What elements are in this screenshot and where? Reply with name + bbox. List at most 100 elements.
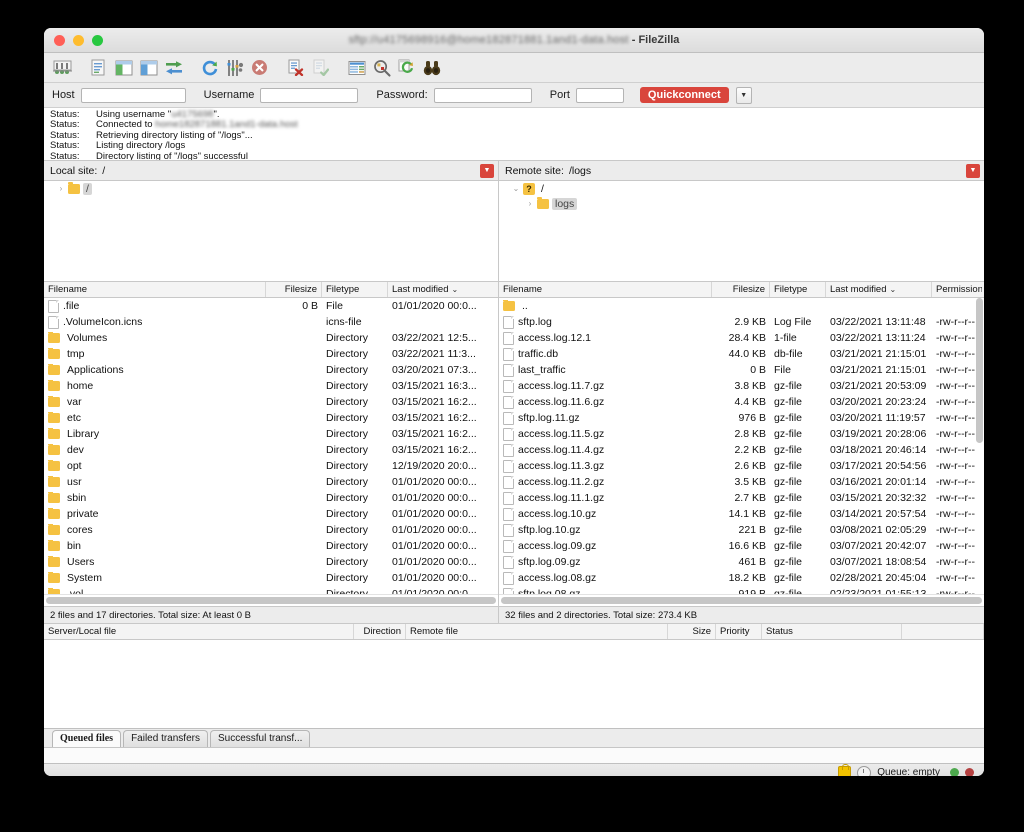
table-row[interactable]: dev Directory 03/15/2021 16:2... bbox=[44, 442, 498, 458]
refresh-icon[interactable] bbox=[197, 55, 222, 80]
column-header-remote-file[interactable]: Remote file bbox=[406, 624, 668, 639]
table-row[interactable]: .vol Directory 01/01/2020 00:0... bbox=[44, 586, 498, 594]
close-button[interactable] bbox=[54, 34, 65, 46]
column-header-size[interactable]: Size bbox=[668, 624, 716, 639]
minimize-button[interactable] bbox=[73, 34, 84, 46]
tab-queued-files[interactable]: Queued files bbox=[52, 730, 122, 747]
table-row[interactable]: etc Directory 03/15/2021 16:2... bbox=[44, 410, 498, 426]
column-header-last-modified[interactable]: Last modified ⌄ bbox=[826, 282, 932, 297]
column-header-direction[interactable]: Direction bbox=[354, 624, 406, 639]
search-icon[interactable] bbox=[419, 55, 444, 80]
password-input[interactable] bbox=[433, 87, 532, 103]
toggle-local-tree-icon[interactable] bbox=[111, 55, 136, 80]
table-row[interactable]: home Directory 03/15/2021 16:3... bbox=[44, 378, 498, 394]
table-row[interactable]: sftp.log.10.gz 221 B gz-file 03/08/2021 02:… bbox=[499, 522, 984, 538]
reconnect-icon[interactable] bbox=[308, 55, 333, 80]
table-row[interactable]: access.log.11.5.gz 2.8 KB gz-file 03/19/202… bbox=[499, 426, 984, 442]
table-row[interactable]: System Directory 01/01/2020 00:0... bbox=[44, 570, 498, 586]
table-row[interactable]: Applications Directory 03/20/2021 07:3... bbox=[44, 362, 498, 378]
tree-twisty-icon[interactable]: › bbox=[54, 184, 68, 193]
port-input[interactable] bbox=[575, 87, 624, 103]
quickconnect-button[interactable]: Quickconnect bbox=[639, 87, 729, 103]
column-header-permissions[interactable]: Permissions bbox=[932, 282, 982, 297]
remote-site-path[interactable]: /logs bbox=[569, 165, 966, 177]
column-header-filesize[interactable]: Filesize bbox=[712, 282, 770, 297]
toggle-transfer-queue-icon[interactable] bbox=[161, 55, 186, 80]
table-row[interactable]: access.log.10.gz 14.1 KB gz-file 03/14/2021… bbox=[499, 506, 984, 522]
column-header-last-modified[interactable]: Last modified ⌄ bbox=[388, 282, 484, 297]
tree-node[interactable]: › logs bbox=[499, 196, 984, 211]
table-row[interactable]: .. bbox=[499, 298, 984, 314]
table-row[interactable]: Library Directory 03/15/2021 16:2... bbox=[44, 426, 498, 442]
column-header-filename[interactable]: Filename bbox=[44, 282, 266, 297]
lock-icon[interactable] bbox=[838, 763, 852, 776]
remote-vertical-scrollbar[interactable] bbox=[976, 298, 983, 594]
table-row[interactable]: access.log.11.7.gz 3.8 KB gz-file 03/21/202… bbox=[499, 378, 984, 394]
tree-twisty-icon[interactable]: › bbox=[523, 199, 537, 208]
column-header-priority[interactable]: Priority bbox=[716, 624, 762, 639]
table-row[interactable]: access.log.11.6.gz 4.4 KB gz-file 03/20/202… bbox=[499, 394, 984, 410]
local-horizontal-scrollbar[interactable] bbox=[44, 594, 498, 606]
toggle-remote-tree-icon[interactable] bbox=[136, 55, 161, 80]
filter-icon[interactable] bbox=[344, 55, 369, 80]
directory-comparison-icon[interactable] bbox=[369, 55, 394, 80]
local-file-rows[interactable]: .file 0 B File 01/01/2020 00:0... .VolumeIco… bbox=[44, 298, 498, 594]
table-row[interactable]: var Directory 03/15/2021 16:2... bbox=[44, 394, 498, 410]
column-header-server-local-file[interactable]: Server/Local file bbox=[44, 624, 354, 639]
table-row[interactable]: access.log.11.4.gz 2.2 KB gz-file 03/18/202… bbox=[499, 442, 984, 458]
table-row[interactable]: sftp.log 2.9 KB Log File 03/22/2021 13:11:4… bbox=[499, 314, 984, 330]
tree-node-label[interactable]: / bbox=[538, 183, 547, 195]
table-row[interactable]: .file 0 B File 01/01/2020 00:0... bbox=[44, 298, 498, 314]
local-site-path[interactable]: / bbox=[102, 165, 480, 177]
table-row[interactable]: last_traffic 0 B File 03/21/2021 21:15:01 -r… bbox=[499, 362, 984, 378]
table-row[interactable]: access.log.11.2.gz 3.5 KB gz-file 03/16/202… bbox=[499, 474, 984, 490]
quickconnect-dropdown-icon[interactable]: ▼ bbox=[735, 86, 752, 104]
remote-site-dropdown-icon[interactable]: ▼ bbox=[966, 163, 980, 178]
username-input[interactable] bbox=[260, 87, 359, 103]
table-row[interactable]: private Directory 01/01/2020 00:0... bbox=[44, 506, 498, 522]
tree-node[interactable]: ⌄ ? / bbox=[499, 181, 984, 196]
table-row[interactable]: access.log.08.gz 18.2 KB gz-file 02/28/2021… bbox=[499, 570, 984, 586]
remote-directory-tree[interactable]: ⌄ ? / › logs bbox=[499, 181, 984, 281]
table-row[interactable]: bin Directory 01/01/2020 00:0... bbox=[44, 538, 498, 554]
synchronized-browsing-icon[interactable] bbox=[394, 55, 419, 80]
table-row[interactable]: .VolumeIcon.icns icns-file bbox=[44, 314, 498, 330]
host-input[interactable] bbox=[80, 87, 186, 103]
maximize-button[interactable] bbox=[92, 34, 103, 46]
cancel-icon[interactable] bbox=[247, 55, 272, 80]
disconnect-icon[interactable] bbox=[283, 55, 308, 80]
column-header-status[interactable]: Status bbox=[762, 624, 902, 639]
table-row[interactable]: sftp.log.11.gz 976 B gz-file 03/20/2021 11:… bbox=[499, 410, 984, 426]
local-site-dropdown-icon[interactable]: ▼ bbox=[480, 163, 494, 178]
table-row[interactable]: cores Directory 01/01/2020 00:0... bbox=[44, 522, 498, 538]
column-header-filesize[interactable]: Filesize bbox=[266, 282, 322, 297]
certificate-icon[interactable] bbox=[857, 765, 872, 776]
scrollbar-thumb[interactable] bbox=[976, 298, 983, 443]
table-row[interactable]: traffic.db 44.0 KB db-file 03/21/2021 21:15… bbox=[499, 346, 984, 362]
table-row[interactable]: access.log.09.gz 16.6 KB gz-file 03/07/2021… bbox=[499, 538, 984, 554]
table-row[interactable]: opt Directory 12/19/2020 20:0... bbox=[44, 458, 498, 474]
table-row[interactable]: access.log.12.1 28.4 KB 1-file 03/22/2021 1… bbox=[499, 330, 984, 346]
tree-node-label[interactable]: / bbox=[83, 182, 92, 195]
table-row[interactable]: access.log.11.1.gz 2.7 KB gz-file 03/15/202… bbox=[499, 490, 984, 506]
tab-successful-transfers[interactable]: Successful transf... bbox=[209, 730, 311, 747]
queue-rows[interactable] bbox=[44, 640, 984, 728]
local-directory-tree[interactable]: › / bbox=[44, 181, 499, 281]
table-row[interactable]: sftp.log.08.gz 919 Bgz-file 02/23/2021 01:… bbox=[499, 586, 984, 594]
table-row[interactable]: sftp.log.09.gz 461 B gz-file 03/07/2021 18:… bbox=[499, 554, 984, 570]
table-row[interactable]: tmp Directory 03/22/2021 11:3... bbox=[44, 346, 498, 362]
table-row[interactable]: usr Directory 01/01/2020 00:0... bbox=[44, 474, 498, 490]
table-row[interactable]: Users Directory 01/01/2020 00:0... bbox=[44, 554, 498, 570]
table-row[interactable]: sbin Directory 01/01/2020 00:0... bbox=[44, 490, 498, 506]
table-row[interactable]: access.log.11.3.gz 2.6 KB gz-file 03/17/202… bbox=[499, 458, 984, 474]
tree-twisty-icon[interactable]: ⌄ bbox=[509, 184, 523, 193]
process-queue-icon[interactable] bbox=[222, 55, 247, 80]
column-header-filename[interactable]: Filename bbox=[499, 282, 712, 297]
site-manager-icon[interactable] bbox=[50, 55, 75, 80]
scrollbar-thumb[interactable] bbox=[501, 597, 982, 604]
scrollbar-thumb[interactable] bbox=[46, 597, 496, 604]
remote-horizontal-scrollbar[interactable] bbox=[499, 594, 984, 606]
tree-node[interactable]: › / bbox=[44, 181, 498, 196]
tab-failed-transfers[interactable]: Failed transfers bbox=[123, 730, 208, 747]
column-header-filetype[interactable]: Filetype bbox=[322, 282, 388, 297]
